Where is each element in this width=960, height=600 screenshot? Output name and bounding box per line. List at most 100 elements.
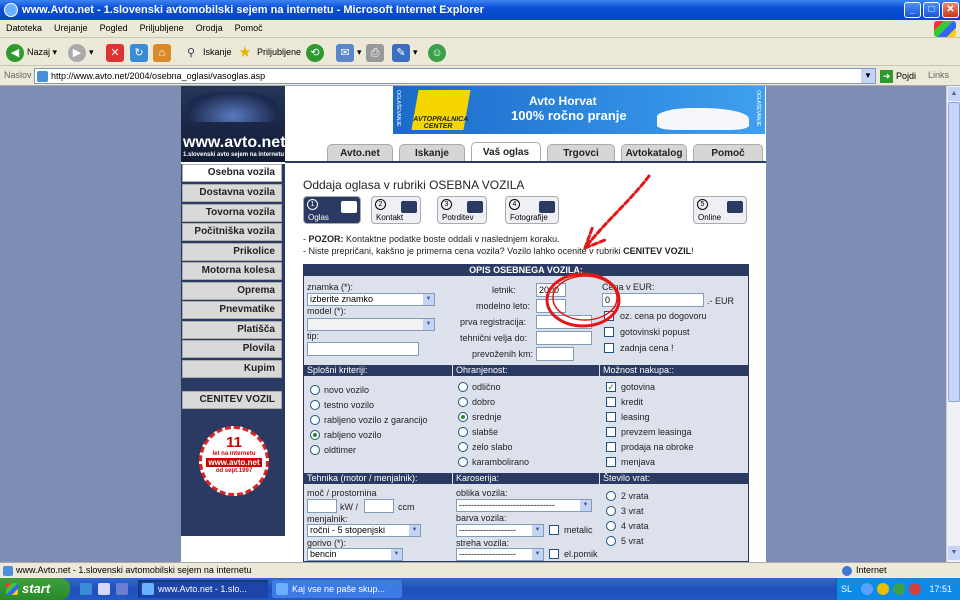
scroll-down-icon[interactable]: ▼ xyxy=(948,546,960,560)
ie-quicklaunch-icon[interactable] xyxy=(80,583,92,595)
close-button[interactable]: ✕ xyxy=(942,2,959,18)
oblika-select[interactable]: -------------------------------- ▼ xyxy=(456,499,592,512)
metalic-checkbox[interactable] xyxy=(549,525,559,535)
search-button[interactable]: ⚲ Iskanje xyxy=(182,42,232,62)
edit-button[interactable]: ✎ ▾ xyxy=(392,42,418,62)
radio-dobro[interactable] xyxy=(458,397,468,407)
nav-prikolice[interactable]: Prikolice xyxy=(182,243,282,261)
tehnicni-input[interactable] xyxy=(536,331,592,345)
radio-rabljeno-vozilo[interactable] xyxy=(310,430,320,440)
step-kontakt[interactable]: 2 Kontakt xyxy=(371,196,421,224)
km-input[interactable] xyxy=(536,347,574,361)
nav-tovorna-vozila[interactable]: Tovorna vozila xyxy=(182,204,282,222)
kw-input[interactable] xyxy=(307,499,337,513)
network-icon[interactable] xyxy=(861,583,873,595)
radio-slabse[interactable] xyxy=(458,427,468,437)
menu-urejanje[interactable]: Urejanje xyxy=(48,20,94,36)
radio-4-vrata[interactable] xyxy=(606,521,616,531)
anniversary-badge[interactable]: 11 let na internetu www.avto.net od sept… xyxy=(199,426,269,496)
streha-select[interactable]: ------------------- ▼ xyxy=(456,548,544,561)
home-button[interactable]: ⌂ xyxy=(153,42,174,62)
desktop-quicklaunch-icon[interactable] xyxy=(116,583,128,595)
language-indicator[interactable]: SL xyxy=(841,578,852,600)
nav-dostavna-vozila[interactable]: Dostavna vozila xyxy=(182,184,282,202)
tab-vas-oglas[interactable]: Vaš oglas xyxy=(471,142,541,162)
radio-oldtimer[interactable] xyxy=(310,445,320,455)
task-kaj-vse[interactable]: Kaj vse ne paše skup... xyxy=(272,580,402,598)
tab-pomoc[interactable]: Pomoč xyxy=(693,144,763,162)
radio-5-vrat[interactable] xyxy=(606,536,616,546)
menjalnik-select[interactable]: ročni - 5 stopenjski ▼ xyxy=(307,524,421,537)
refresh-button[interactable]: ↻ xyxy=(130,42,151,62)
ad-banner[interactable]: OGLAŠEVANJE AVTOPRALNICA CENTER Avto Hor… xyxy=(393,86,765,134)
antivirus-icon[interactable] xyxy=(909,583,921,595)
model-select[interactable]: ▼ xyxy=(307,318,435,331)
address-input[interactable]: http://www.avto.net/2004/osebna_oglasi/v… xyxy=(34,68,876,84)
radio-2-vrata[interactable] xyxy=(606,491,616,501)
nav-platisca[interactable]: Platišča xyxy=(182,321,282,339)
checkbox-gotovina[interactable]: ✓ xyxy=(606,382,616,392)
nav-osebna-vozila[interactable]: Osebna vozila xyxy=(182,164,282,182)
scroll-up-icon[interactable]: ▲ xyxy=(948,87,960,101)
zadnja-cena-checkbox[interactable] xyxy=(604,343,614,353)
step-online[interactable]: 5 Online xyxy=(693,196,747,224)
links-button[interactable]: Links xyxy=(928,70,949,80)
checkbox-prodaja-na-obroke[interactable] xyxy=(606,442,616,452)
print-button[interactable]: ⎙ xyxy=(366,42,387,62)
nav-plovila[interactable]: Plovila xyxy=(182,340,282,358)
mail-button[interactable]: ✉ ▾ xyxy=(336,42,362,62)
menu-datoteka[interactable]: Datoteka xyxy=(0,20,48,36)
radio-testno-vozilo[interactable] xyxy=(310,400,320,410)
checkbox-prevzem-leasinga[interactable] xyxy=(606,427,616,437)
radio-novo-vozilo[interactable] xyxy=(310,385,320,395)
checkbox-menjava[interactable] xyxy=(606,457,616,467)
maximize-button[interactable]: □ xyxy=(923,2,940,18)
tab-avtokatalog[interactable]: Avtokatalog xyxy=(621,144,687,162)
start-button[interactable]: start xyxy=(0,578,70,600)
radio-rabljeno-garancija[interactable] xyxy=(310,415,320,425)
step-potrditev[interactable]: 3 Potrditev xyxy=(437,196,487,224)
nav-oprema[interactable]: Oprema xyxy=(182,282,282,300)
menu-orodja[interactable]: Orodja xyxy=(190,20,229,36)
menu-pomoc[interactable]: Pomoč xyxy=(229,20,269,36)
znamka-select[interactable]: izberite znamko ▼ xyxy=(307,293,435,306)
menu-priljubljene[interactable]: Priljubljene xyxy=(134,20,190,36)
security-icon[interactable] xyxy=(893,583,905,595)
history-button[interactable]: ⟲ xyxy=(306,42,327,62)
go-button[interactable]: ➜ Pojdi xyxy=(880,68,916,84)
chevron-down-icon[interactable]: ▼ xyxy=(861,69,875,83)
back-button[interactable]: ◀ Nazaj ▾ xyxy=(6,42,57,62)
tab-trgovci[interactable]: Trgovci xyxy=(547,144,615,162)
nav-motorna-kolesa[interactable]: Motorna kolesa xyxy=(182,262,282,280)
radio-odlicno[interactable] xyxy=(458,382,468,392)
menu-pogled[interactable]: Pogled xyxy=(94,20,134,36)
mail-quicklaunch-icon[interactable] xyxy=(98,583,110,595)
radio-zelo-slabo[interactable] xyxy=(458,442,468,452)
nav-pnevmatike[interactable]: Pnevmatike xyxy=(182,301,282,319)
favorites-button[interactable]: ★ Priljubljene xyxy=(236,42,301,62)
step-oglas[interactable]: 1 Oglas xyxy=(303,196,361,224)
tab-avto-net[interactable]: Avto.net xyxy=(327,144,393,162)
messenger-button[interactable]: ☺ xyxy=(428,42,449,62)
checkbox-leasing[interactable] xyxy=(606,412,616,422)
el-pomik-checkbox[interactable] xyxy=(549,549,559,559)
barva-select[interactable]: ------------------- ▼ xyxy=(456,524,544,537)
nav-cenitev-vozil[interactable]: CENITEV VOZIL xyxy=(182,391,282,409)
tip-input[interactable] xyxy=(307,342,419,356)
ccm-input[interactable] xyxy=(364,499,394,513)
vertical-scrollbar[interactable]: ▲ ▼ xyxy=(946,86,960,562)
site-logo[interactable]: www.avto.net 1.slovenski avto sejem na i… xyxy=(181,86,286,162)
minimize-button[interactable]: _ xyxy=(904,2,921,18)
tab-iskanje[interactable]: Iskanje xyxy=(399,144,465,162)
radio-srednje[interactable] xyxy=(458,412,468,422)
nav-kupim[interactable]: Kupim xyxy=(182,360,282,378)
forward-button[interactable]: ▶ ▾ xyxy=(68,42,94,62)
checkbox-kredit[interactable] xyxy=(606,397,616,407)
stop-button[interactable]: ✕ xyxy=(106,42,127,62)
task-avto-net[interactable]: www.Avto.net - 1.slo... xyxy=(138,580,268,598)
nav-pocitniska-vozila[interactable]: Počitniška vozila xyxy=(182,223,282,241)
gorivo-select[interactable]: bencin ▼ xyxy=(307,548,403,561)
radio-karambolirano[interactable] xyxy=(458,457,468,467)
radio-3-vrat[interactable] xyxy=(606,506,616,516)
scroll-thumb[interactable] xyxy=(948,102,960,402)
